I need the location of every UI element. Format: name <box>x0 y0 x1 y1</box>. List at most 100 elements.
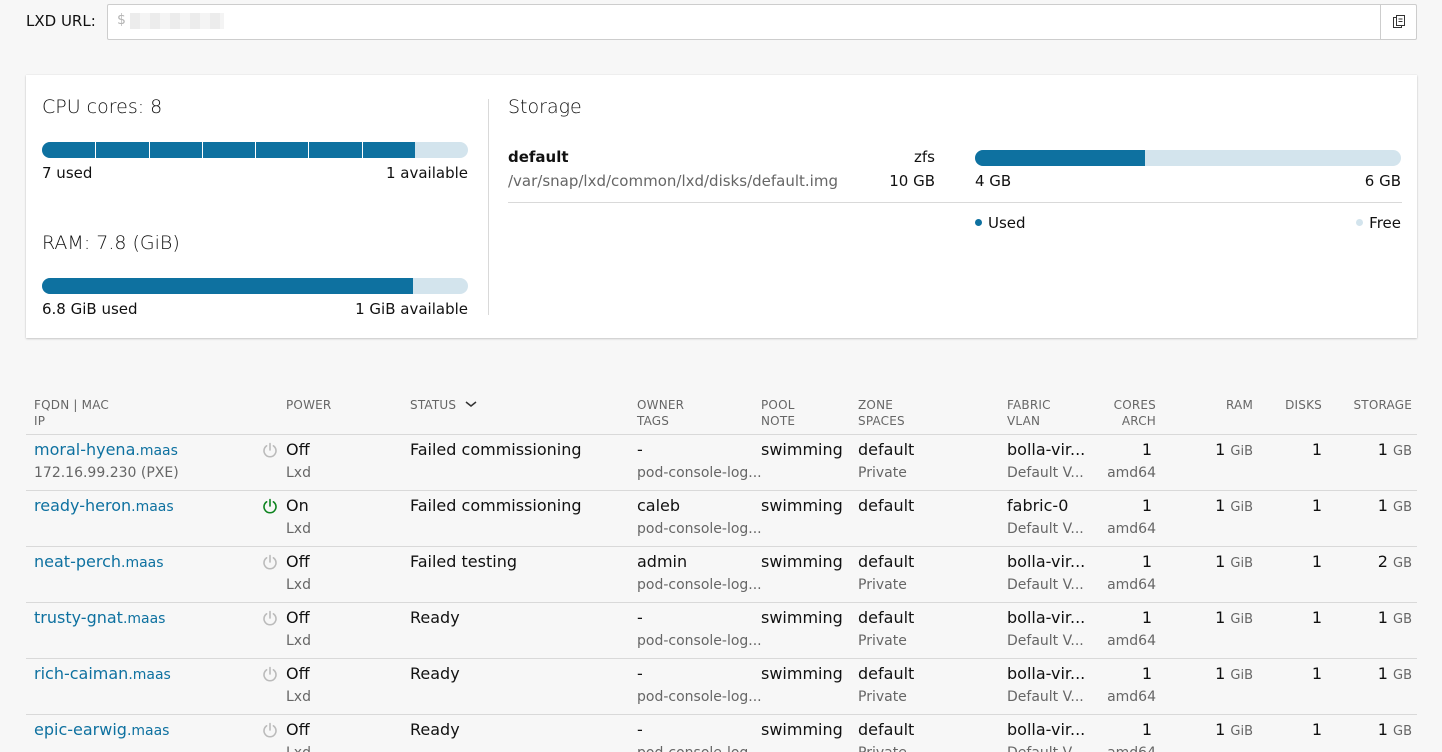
power-state: Off <box>286 664 310 683</box>
machine-link[interactable]: moral-hyena.maas <box>34 440 178 461</box>
legend-free-label: Free <box>1369 214 1401 232</box>
ram-used-label: 6.8 GiB used <box>42 300 138 318</box>
storage-divider <box>508 202 1402 203</box>
machine-status: Failed testing <box>410 552 517 571</box>
lxd-url-field[interactable]: $ <box>107 4 1417 40</box>
col-ram[interactable]: RAM <box>1226 397 1253 413</box>
machines-table: FQDN | MAC IP POWER STATUS OWNER TAGS POOL… <box>26 395 1417 752</box>
machine-ram: 1 GiB <box>1215 720 1253 742</box>
machine-spaces: Private <box>858 689 907 705</box>
machine-zone: default <box>858 664 915 683</box>
power-toggle[interactable] <box>262 610 278 626</box>
power-toggle[interactable] <box>262 666 278 682</box>
machine-owner: - <box>637 720 643 739</box>
resources-card: CPU cores: 8 7 used 1 available RAM: 7.8… <box>26 75 1417 338</box>
ram-unit: GiB <box>1230 500 1253 515</box>
machine-link[interactable]: neat-perch.maas <box>34 552 164 573</box>
power-toggle[interactable] <box>262 722 278 738</box>
machine-arch: amd64 <box>1107 744 1156 752</box>
col-zone[interactable]: ZONE SPACES <box>858 397 905 429</box>
storage-unit: GB <box>1393 500 1412 515</box>
storage-pool-type: zfs <box>914 148 935 166</box>
col-ip-label: IP <box>34 414 46 428</box>
col-disks[interactable]: DISKS <box>1285 397 1322 413</box>
ram-unit: GiB <box>1230 444 1253 459</box>
storage-value: 2 <box>1377 552 1388 571</box>
power-icon <box>263 666 277 682</box>
machine-status: Failed commissioning <box>410 496 582 515</box>
power-toggle[interactable] <box>262 554 278 570</box>
power-toggle[interactable] <box>262 498 278 514</box>
col-fabric[interactable]: FABRIC VLAN <box>1007 397 1051 429</box>
table-row[interactable]: rich-caiman.maas Off Lxd Ready - pod-console-… <box>26 659 1417 715</box>
machine-spaces: Private <box>858 633 907 649</box>
cpu-title: CPU cores: 8 <box>42 96 163 118</box>
col-status[interactable]: STATUS <box>410 397 478 413</box>
machine-owner: - <box>637 608 643 627</box>
machine-vlan: Default V... <box>1007 744 1084 752</box>
table-row[interactable]: neat-perch.maas Off Lxd Failed testing admin… <box>26 547 1417 603</box>
machine-vlan: Default V... <box>1007 633 1084 649</box>
machine-domain: .maas <box>121 555 164 571</box>
machine-link[interactable]: ready-heron.maas <box>34 496 174 517</box>
machine-fabric: bolla-vir... <box>1007 608 1086 627</box>
machine-status: Ready <box>410 720 460 739</box>
machine-tags: pod-console-log... <box>637 577 762 593</box>
machine-zone: default <box>858 608 915 627</box>
ram-value: 1 <box>1215 496 1226 515</box>
machine-domain: .maas <box>131 499 174 515</box>
col-owner[interactable]: OWNER TAGS <box>637 397 684 429</box>
machine-link[interactable]: rich-caiman.maas <box>34 664 171 685</box>
machine-disks: 1 <box>1311 664 1322 683</box>
copy-button[interactable] <box>1380 5 1416 39</box>
machine-vlan: Default V... <box>1007 689 1084 705</box>
power-toggle[interactable] <box>262 442 278 458</box>
table-row[interactable]: moral-hyena.maas 172.16.99.230 (PXE) Off Lx… <box>26 435 1417 491</box>
storage-value: 1 <box>1377 496 1388 515</box>
machine-link[interactable]: epic-earwig.maas <box>34 720 169 741</box>
power-type: Lxd <box>286 689 311 705</box>
col-fqdn[interactable]: FQDN | MAC IP <box>34 397 109 429</box>
storage-free-label: 6 GB <box>1364 172 1401 190</box>
machine-cores: 1 <box>1141 496 1152 515</box>
machine-status: Ready <box>410 608 460 627</box>
col-power[interactable]: POWER <box>286 397 331 413</box>
used-dot-icon <box>975 219 982 226</box>
machine-disks: 1 <box>1311 720 1322 739</box>
redacted-url <box>130 13 224 29</box>
machine-tags: pod-console-log... <box>637 465 762 481</box>
machine-owner: admin <box>637 552 688 571</box>
power-type: Lxd <box>286 465 311 481</box>
col-pool[interactable]: POOL NOTE <box>761 397 795 429</box>
col-storage[interactable]: STORAGE <box>1353 397 1412 413</box>
machine-ram: 1 GiB <box>1215 664 1253 686</box>
table-row[interactable]: epic-earwig.maas Off Lxd Ready - pod-console-… <box>26 715 1417 752</box>
table-row[interactable]: trusty-gnat.maas Off Lxd Ready - pod-console-… <box>26 603 1417 659</box>
storage-pool-path: /var/snap/lxd/common/lxd/disks/default.i… <box>508 172 838 190</box>
table-row[interactable]: ready-heron.maas On Lxd Failed commissionin… <box>26 491 1417 547</box>
col-fqdn-label: FQDN | MAC <box>34 398 109 412</box>
machine-owner: caleb <box>637 496 681 515</box>
power-state: Off <box>286 552 310 571</box>
machine-link[interactable]: trusty-gnat.maas <box>34 608 165 629</box>
machine-cores: 1 <box>1141 440 1152 459</box>
col-cores[interactable]: CORES ARCH <box>1114 397 1156 429</box>
cpu-segment-divider <box>95 142 97 158</box>
storage-unit: GB <box>1393 612 1412 627</box>
machine-ram: 1 GiB <box>1215 552 1253 574</box>
cpu-segment-divider <box>361 142 363 158</box>
machine-zone: default <box>858 720 915 739</box>
url-prefix: $ <box>117 12 126 28</box>
cpu-used-label: 7 used <box>42 164 93 182</box>
storage-pool-size: 10 GB <box>889 172 935 190</box>
machine-owner: - <box>637 664 643 683</box>
machine-storage: 1 GB <box>1378 440 1412 462</box>
machine-tags: pod-console-log... <box>637 689 762 705</box>
machine-hostname: epic-earwig <box>34 720 127 739</box>
lxd-url-row: LXD URL: $ <box>26 4 1417 40</box>
machine-arch: amd64 <box>1107 577 1156 593</box>
storage-usage-bar <box>975 150 1401 166</box>
machine-domain: .maas <box>126 723 170 739</box>
lxd-url-label: LXD URL: <box>26 12 96 30</box>
ram-unit: GiB <box>1230 556 1253 571</box>
